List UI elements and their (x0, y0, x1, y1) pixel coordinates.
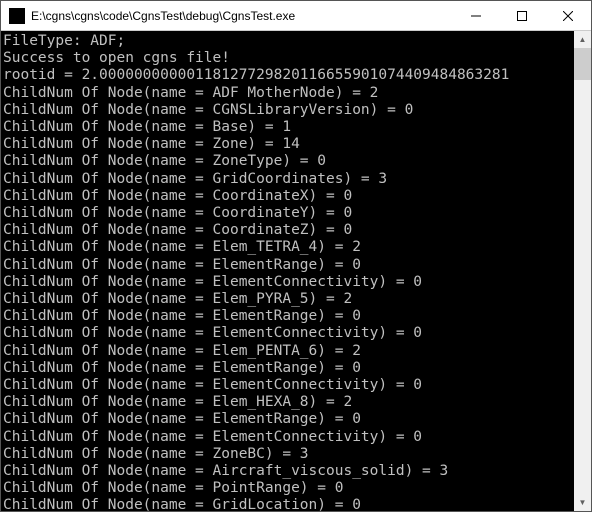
console-line: ChildNum Of Node(name = ElementConnectiv… (3, 325, 574, 342)
console-line: ChildNum Of Node(name = CoordinateY) = 0 (3, 205, 574, 222)
console-line: FileType: ADF; (3, 33, 574, 50)
console-line: ChildNum Of Node(name = ElementConnectiv… (3, 274, 574, 291)
console-line: ChildNum Of Node(name = GridCoordinates)… (3, 171, 574, 188)
console-output[interactable]: FileType: ADF;Success to open cgns file!… (1, 31, 574, 511)
window-controls (453, 1, 591, 30)
console-line: ChildNum Of Node(name = Elem_HEXA_8) = 2 (3, 394, 574, 411)
vertical-scrollbar[interactable]: ▲ ▼ (574, 31, 591, 511)
console-line: ChildNum Of Node(name = Elem_PENTA_6) = … (3, 343, 574, 360)
scroll-down-arrow[interactable]: ▼ (574, 494, 591, 511)
console-line: ChildNum Of Node(name = ElementConnectiv… (3, 429, 574, 446)
console-line: ChildNum Of Node(name = ZoneType) = 0 (3, 153, 574, 170)
console-line: ChildNum Of Node(name = Base) = 1 (3, 119, 574, 136)
titlebar[interactable]: E:\cgns\cgns\code\CgnsTest\debug\CgnsTes… (1, 1, 591, 31)
console-line: ChildNum Of Node(name = Zone) = 14 (3, 136, 574, 153)
console-line: ChildNum Of Node(name = ElementRange) = … (3, 411, 574, 428)
console-line: ChildNum Of Node(name = CoordinateX) = 0 (3, 188, 574, 205)
console-line: ChildNum Of Node(name = PointRange) = 0 (3, 480, 574, 497)
console-line: ChildNum Of Node(name = ZoneBC) = 3 (3, 446, 574, 463)
console-line: Success to open cgns file! (3, 50, 574, 67)
app-icon (9, 8, 25, 24)
console-line: ChildNum Of Node(name = Elem_TETRA_4) = … (3, 239, 574, 256)
maximize-button[interactable] (499, 1, 545, 30)
console-line: rootid = 2.00000000000118127729820116655… (3, 67, 574, 84)
console-line: ChildNum Of Node(name = ADF MotherNode) … (3, 85, 574, 102)
console-area: FileType: ADF;Success to open cgns file!… (1, 31, 591, 511)
console-line: ChildNum Of Node(name = GridLocation) = … (3, 497, 574, 511)
scroll-up-arrow[interactable]: ▲ (574, 31, 591, 48)
console-line: ChildNum Of Node(name = ElementRange) = … (3, 308, 574, 325)
console-line: ChildNum Of Node(name = ElementRange) = … (3, 257, 574, 274)
console-line: ChildNum Of Node(name = CoordinateZ) = 0 (3, 222, 574, 239)
scroll-thumb[interactable] (574, 48, 591, 80)
console-line: ChildNum Of Node(name = Aircraft_viscous… (3, 463, 574, 480)
close-button[interactable] (545, 1, 591, 30)
minimize-button[interactable] (453, 1, 499, 30)
console-line: ChildNum Of Node(name = Elem_PYRA_5) = 2 (3, 291, 574, 308)
console-line: ChildNum Of Node(name = ElementConnectiv… (3, 377, 574, 394)
console-line: ChildNum Of Node(name = ElementRange) = … (3, 360, 574, 377)
console-line: ChildNum Of Node(name = CGNSLibraryVersi… (3, 102, 574, 119)
window-title: E:\cgns\cgns\code\CgnsTest\debug\CgnsTes… (31, 9, 453, 23)
